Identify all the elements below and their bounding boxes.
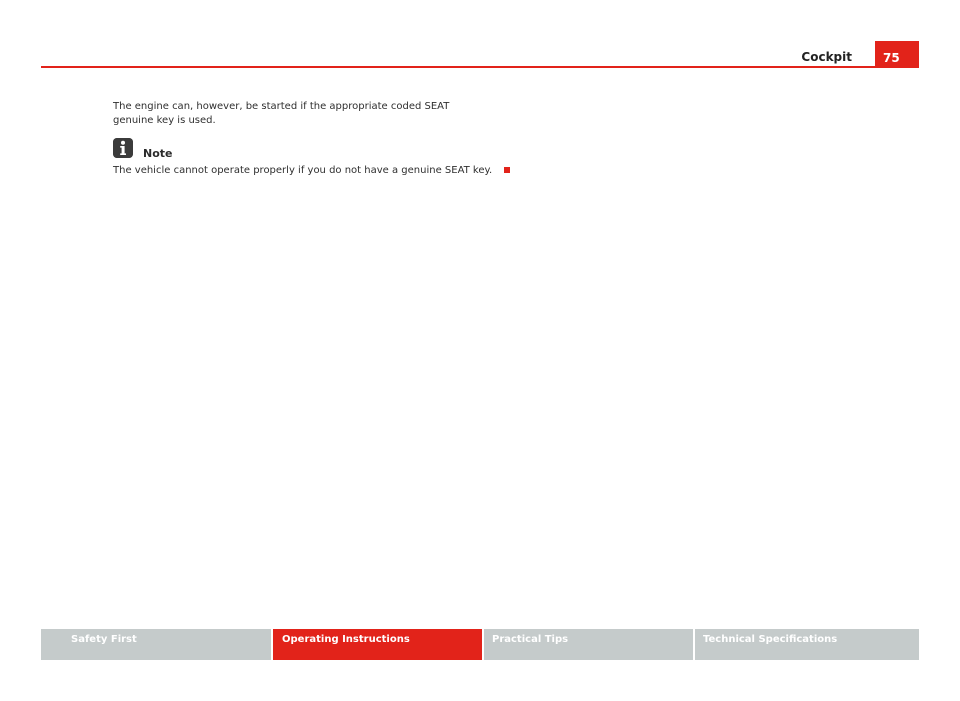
page-number: 75 bbox=[883, 51, 900, 65]
end-of-section-icon bbox=[504, 167, 511, 173]
header-rule bbox=[41, 66, 919, 68]
footer-tab-practical-tips[interactable]: Practical Tips bbox=[484, 629, 693, 660]
page-number-badge: 75 bbox=[875, 41, 919, 68]
note-heading: Note bbox=[143, 147, 173, 160]
footer-navigation: Safety First Operating Instructions Prac… bbox=[41, 629, 919, 660]
note-text: The vehicle cannot operate properly if y… bbox=[113, 165, 493, 176]
info-i-icon bbox=[113, 138, 133, 158]
body-paragraph: The engine can, however, be started if t… bbox=[113, 101, 450, 126]
footer-tab-operating-instructions[interactable]: Operating Instructions bbox=[273, 629, 482, 660]
footer-tab-technical-specifications[interactable]: Technical Specifications bbox=[695, 629, 919, 660]
section-title: Cockpit bbox=[801, 50, 852, 64]
note-body: The vehicle cannot operate properly if y… bbox=[113, 164, 511, 178]
footer-tab-safety-first[interactable]: Safety First bbox=[41, 629, 271, 660]
